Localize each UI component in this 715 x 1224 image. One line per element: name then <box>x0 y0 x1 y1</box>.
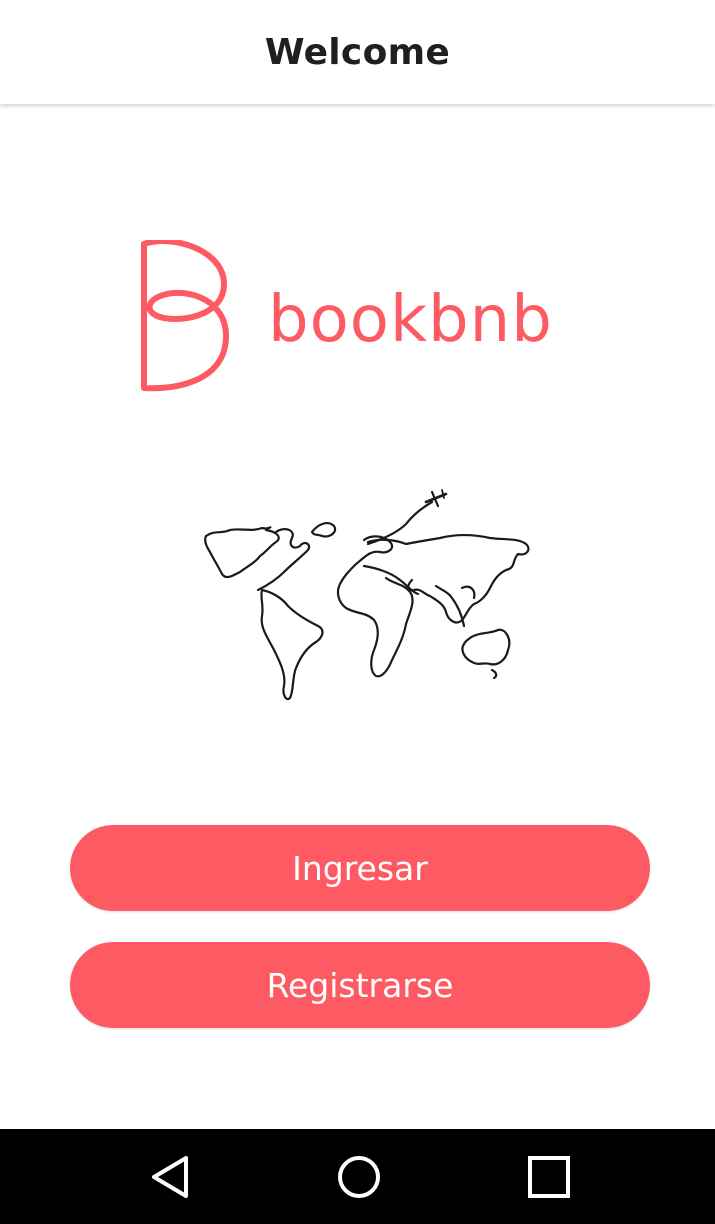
home-circle-icon <box>338 1156 380 1198</box>
recents-square-icon <box>528 1156 570 1198</box>
welcome-content: bookbnb Ingresar Registrarse <box>0 104 715 1129</box>
bookbnb-logo: bookbnb <box>138 240 578 394</box>
recents-button[interactable] <box>519 1151 579 1203</box>
app-bar: Welcome <box>0 0 715 104</box>
page-title: Welcome <box>264 31 451 73</box>
letter-b-logo-icon <box>141 240 229 392</box>
brand-name: bookbnb <box>268 283 553 357</box>
world-map-airplane-icon <box>204 489 530 701</box>
system-navigation-bar <box>0 1129 715 1224</box>
login-button[interactable]: Ingresar <box>70 825 650 911</box>
back-button[interactable] <box>140 1151 200 1203</box>
back-triangle-icon <box>152 1156 188 1198</box>
home-button[interactable] <box>329 1151 389 1203</box>
register-button[interactable]: Registrarse <box>70 942 650 1028</box>
